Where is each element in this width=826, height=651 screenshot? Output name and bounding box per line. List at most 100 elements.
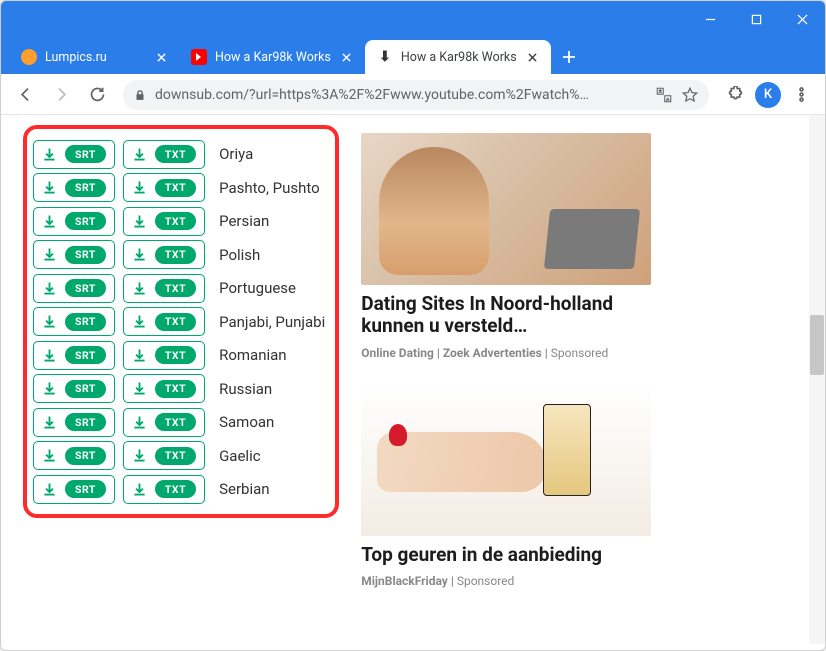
download-txt-button[interactable]: TXT bbox=[123, 475, 205, 504]
srt-pill: SRT bbox=[65, 145, 106, 163]
txt-pill: TXT bbox=[155, 447, 196, 465]
favicon-youtube-icon bbox=[191, 49, 207, 65]
ad-image bbox=[361, 384, 651, 536]
download-icon bbox=[41, 246, 58, 263]
page-viewport: SRTTXTOriyaSRTTXTPashto, PushtoSRTTXTPer… bbox=[1, 115, 825, 650]
download-icon bbox=[41, 213, 58, 230]
language-label: Samoan bbox=[213, 413, 274, 431]
language-row: SRT TXT Portuguese bbox=[33, 274, 325, 303]
download-srt-button[interactable]: SRT bbox=[33, 240, 115, 269]
star-icon[interactable] bbox=[681, 86, 699, 104]
srt-pill: SRT bbox=[65, 447, 106, 465]
reload-button[interactable] bbox=[81, 79, 113, 111]
download-srt-button[interactable]: SRT bbox=[33, 374, 115, 403]
ad-sponsored: Sponsored bbox=[457, 574, 514, 588]
window-close-button[interactable] bbox=[779, 1, 825, 37]
ad-card[interactable]: Top geuren in de aanbieding MijnBlackFri… bbox=[361, 384, 803, 588]
browser-window: Lumpics.ru How a Kar98k Works ⬇ How a Ka… bbox=[0, 0, 826, 651]
tab-close-button[interactable] bbox=[525, 49, 541, 65]
download-icon bbox=[41, 414, 58, 431]
menu-button[interactable] bbox=[785, 79, 817, 111]
download-icon bbox=[131, 481, 148, 498]
download-list-region: SRTTXTOriyaSRTTXTPashto, PushtoSRTTXTPer… bbox=[1, 115, 347, 650]
language-row: SRTTXTPolish bbox=[33, 240, 325, 269]
download-txt-button[interactable]: TXT bbox=[123, 140, 205, 169]
language-label: Portuguese bbox=[213, 279, 296, 297]
language-row: SRT TXT Russian bbox=[33, 374, 325, 403]
scrollbar-thumb[interactable] bbox=[810, 315, 824, 375]
download-txt-button[interactable]: TXT bbox=[123, 441, 205, 470]
download-srt-button[interactable]: SRT bbox=[33, 441, 115, 470]
txt-pill: TXT bbox=[155, 145, 196, 163]
download-icon bbox=[41, 179, 58, 196]
tab-strip: Lumpics.ru How a Kar98k Works ⬇ How a Ka… bbox=[1, 36, 825, 74]
forward-button[interactable] bbox=[45, 79, 77, 111]
tab-label: How a Kar98k Works bbox=[215, 50, 331, 65]
browser-toolbar: downsub.com/?url=https%3A%2F%2Fwww.youtu… bbox=[1, 75, 825, 115]
translate-icon[interactable] bbox=[655, 86, 673, 104]
download-icon bbox=[131, 347, 148, 364]
profile-avatar[interactable]: K bbox=[755, 82, 781, 108]
txt-pill: TXT bbox=[155, 480, 196, 498]
language-label: Russian bbox=[213, 380, 272, 398]
download-srt-button[interactable]: SRT bbox=[33, 341, 115, 370]
ad-title: Dating Sites In Noord-holland kunnen u v… bbox=[361, 293, 651, 338]
ads-column: Dating Sites In Noord-holland kunnen u v… bbox=[347, 115, 825, 650]
download-txt-button[interactable]: TXT bbox=[123, 274, 205, 303]
tab-label: Lumpics.ru bbox=[45, 50, 145, 65]
download-txt-button[interactable]: TXT bbox=[123, 341, 205, 370]
download-srt-button[interactable]: SRT bbox=[33, 307, 115, 336]
download-srt-button[interactable]: SRT bbox=[33, 140, 115, 169]
download-icon bbox=[41, 313, 58, 330]
download-srt-button[interactable]: SRT bbox=[33, 173, 115, 202]
vertical-scrollbar[interactable] bbox=[809, 115, 825, 644]
language-label: Serbian bbox=[213, 480, 269, 498]
window-maximize-button[interactable] bbox=[733, 1, 779, 37]
tab-downsub[interactable]: ⬇ How a Kar98k Works bbox=[365, 40, 551, 74]
ad-card[interactable]: Dating Sites In Noord-holland kunnen u v… bbox=[361, 133, 803, 360]
txt-pill: TXT bbox=[155, 279, 196, 297]
download-txt-button[interactable]: TXT bbox=[123, 173, 205, 202]
download-srt-button[interactable]: SRT bbox=[33, 408, 115, 437]
download-icon bbox=[131, 414, 148, 431]
srt-pill: SRT bbox=[65, 480, 106, 498]
download-srt-button[interactable]: SRT bbox=[33, 475, 115, 504]
download-icon bbox=[41, 347, 58, 364]
download-icon bbox=[41, 380, 58, 397]
ad-extra: Zoek Advertenties bbox=[443, 346, 542, 360]
ad-meta: Online Dating | Zoek Advertenties | Spon… bbox=[361, 346, 803, 360]
download-txt-button[interactable]: TXT bbox=[123, 374, 205, 403]
back-button[interactable] bbox=[9, 79, 41, 111]
language-label: Romanian bbox=[213, 346, 287, 364]
url-text: downsub.com/?url=https%3A%2F%2Fwww.youtu… bbox=[155, 87, 647, 103]
tab-close-button[interactable] bbox=[339, 49, 355, 65]
tab-close-button[interactable] bbox=[153, 49, 169, 65]
download-srt-button[interactable]: SRT bbox=[33, 274, 115, 303]
address-bar[interactable]: downsub.com/?url=https%3A%2F%2Fwww.youtu… bbox=[123, 80, 709, 110]
new-tab-button[interactable] bbox=[555, 43, 583, 71]
favicon-downsub-icon: ⬇ bbox=[377, 49, 393, 65]
download-txt-button[interactable]: TXT bbox=[123, 207, 205, 236]
tab-youtube[interactable]: How a Kar98k Works bbox=[179, 40, 365, 74]
avatar-letter: K bbox=[764, 87, 772, 102]
language-row: SRT TXT Oriya bbox=[33, 140, 325, 169]
ad-sponsored: Sponsored bbox=[551, 346, 608, 360]
srt-pill: SRT bbox=[65, 313, 106, 331]
download-txt-button[interactable]: TXT bbox=[123, 408, 205, 437]
txt-pill: TXT bbox=[155, 212, 196, 230]
window-minimize-button[interactable] bbox=[687, 1, 733, 37]
extensions-button[interactable] bbox=[719, 79, 751, 111]
download-txt-button[interactable]: TXT bbox=[123, 240, 205, 269]
download-icon bbox=[131, 179, 148, 196]
srt-pill: SRT bbox=[65, 346, 106, 364]
download-icon bbox=[131, 313, 148, 330]
language-label: Oriya bbox=[213, 145, 253, 163]
ad-source: MijnBlackFriday bbox=[361, 574, 448, 588]
download-srt-button[interactable]: SRT bbox=[33, 207, 115, 236]
language-row: SRT TXT Romanian bbox=[33, 341, 325, 370]
download-icon bbox=[41, 146, 58, 163]
language-label: Pashto, Pushto bbox=[213, 179, 320, 197]
srt-pill: SRT bbox=[65, 380, 106, 398]
tab-lumpics[interactable]: Lumpics.ru bbox=[9, 40, 179, 74]
download-txt-button[interactable]: TXT bbox=[123, 307, 205, 336]
